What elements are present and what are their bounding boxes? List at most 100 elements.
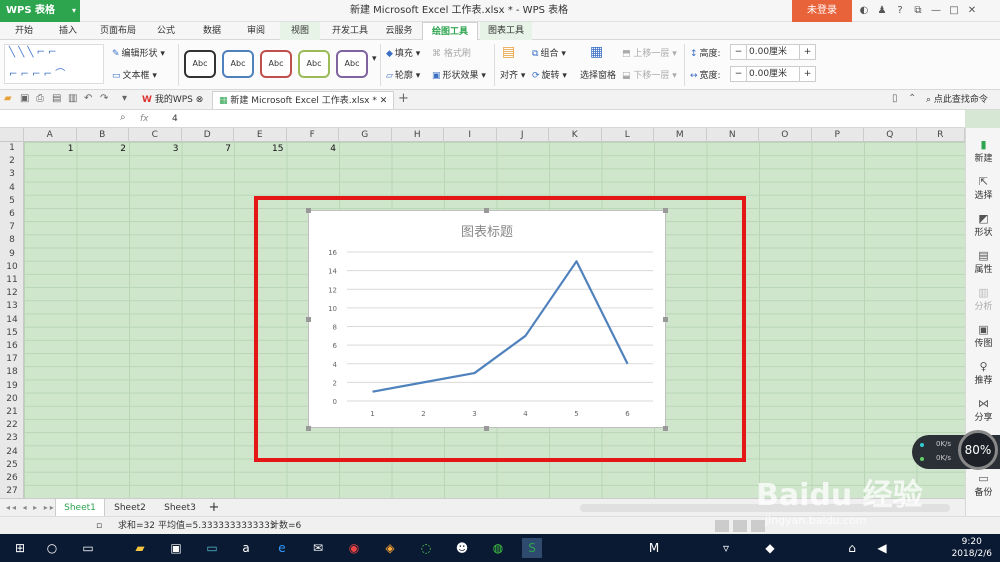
width-stepper[interactable]: − 0.00厘米 + bbox=[730, 66, 816, 82]
maximize-icon[interactable]: □ bbox=[945, 0, 963, 22]
wechat-icon[interactable]: ◌ bbox=[416, 538, 436, 558]
tray-volume-icon[interactable]: ◀ bbox=[872, 538, 892, 558]
restore-icon[interactable]: ⧉ bbox=[909, 0, 927, 22]
height-increase-button[interactable]: + bbox=[799, 45, 815, 59]
shape-style-black[interactable]: Abc bbox=[184, 50, 216, 78]
shape-style-green[interactable]: Abc bbox=[298, 50, 330, 78]
row-header[interactable]: 13 bbox=[0, 300, 24, 313]
column-header[interactable]: E bbox=[234, 128, 287, 142]
tab-home[interactable]: 开始 bbox=[6, 22, 42, 40]
shape-style-blue[interactable]: Abc bbox=[222, 50, 254, 78]
file-explorer-icon[interactable]: ▰ bbox=[130, 538, 150, 558]
tab-active-document[interactable]: ▦ 新建 Microsoft Excel 工作表.xlsx * ✕ bbox=[212, 91, 395, 109]
bring-forward-button[interactable]: ⬒ 上移一层 ▾ bbox=[622, 46, 677, 59]
width-value[interactable]: 0.00厘米 bbox=[749, 67, 787, 81]
tab-cloud[interactable]: 云服务 bbox=[380, 22, 418, 40]
formula-input[interactable]: 4 bbox=[172, 110, 178, 128]
memory-gauge[interactable]: 80% bbox=[958, 430, 998, 470]
tray-app-icon[interactable]: ◆ bbox=[760, 538, 780, 558]
customize-toolbar-icon[interactable]: ▾ bbox=[122, 93, 127, 104]
doc-menu-icon[interactable]: ▯ bbox=[892, 93, 898, 104]
close-tab-icon[interactable]: ✕ bbox=[380, 96, 388, 106]
cell-A1[interactable]: 1 bbox=[24, 142, 77, 156]
outline-button[interactable]: ▱ 轮廓 ▾ bbox=[386, 68, 420, 81]
row-header[interactable]: 21 bbox=[0, 406, 24, 419]
column-header[interactable]: F bbox=[287, 128, 339, 142]
row-header[interactable]: 14 bbox=[0, 314, 24, 327]
row-header[interactable]: 18 bbox=[0, 366, 24, 379]
row-header[interactable]: 19 bbox=[0, 380, 24, 393]
resize-handle[interactable] bbox=[306, 208, 311, 213]
tab-insert[interactable]: 插入 bbox=[50, 22, 86, 40]
save-icon[interactable]: ▣ bbox=[20, 93, 29, 104]
group-button[interactable]: ⧉ 组合 ▾ bbox=[532, 46, 566, 59]
tab-review[interactable]: 审阅 bbox=[240, 22, 272, 40]
cell-D1[interactable]: 7 bbox=[182, 142, 235, 156]
shape-style-red[interactable]: Abc bbox=[260, 50, 292, 78]
column-header[interactable]: M bbox=[654, 128, 707, 142]
zoom-icon[interactable]: ⌕ bbox=[120, 112, 126, 123]
chrome-icon[interactable]: ◍ bbox=[488, 538, 508, 558]
task-view-icon[interactable]: ▭ bbox=[78, 538, 98, 558]
cell-C1[interactable]: 3 bbox=[129, 142, 182, 156]
store-icon[interactable]: ▣ bbox=[166, 538, 186, 558]
row-header[interactable]: 26 bbox=[0, 472, 24, 485]
row-header[interactable]: 23 bbox=[0, 432, 24, 445]
row-header[interactable]: 15 bbox=[0, 327, 24, 340]
column-header[interactable]: L bbox=[602, 128, 654, 142]
column-header[interactable]: N bbox=[707, 128, 759, 142]
row-header[interactable]: 25 bbox=[0, 459, 24, 472]
print-preview-icon[interactable]: ▤ bbox=[52, 93, 61, 104]
qq-icon[interactable]: ☻ bbox=[452, 538, 472, 558]
sheet-tab-3[interactable]: Sheet3 bbox=[157, 499, 203, 517]
sheet-nav-arrows-icon[interactable]: ◂◂ ◂ ▸ ▸▸ bbox=[6, 499, 56, 517]
column-header[interactable]: I bbox=[444, 128, 497, 142]
select-all-corner[interactable] bbox=[0, 128, 24, 142]
column-header[interactable]: Q bbox=[864, 128, 917, 142]
style-gallery-scroll[interactable]: ▾ bbox=[372, 54, 377, 64]
cell-F1[interactable]: 4 bbox=[287, 142, 340, 156]
mail-icon[interactable]: ✉ bbox=[308, 538, 328, 558]
rotate-button[interactable]: ⟳ 旋转 ▾ bbox=[532, 68, 567, 81]
fx-icon[interactable]: fx bbox=[140, 110, 149, 128]
column-header[interactable]: P bbox=[812, 128, 864, 142]
shape-effect-button[interactable]: ▣ 形状效果 ▾ bbox=[432, 68, 486, 81]
shirt-icon[interactable]: ♟ bbox=[873, 0, 891, 22]
cortana-icon[interactable]: ○ bbox=[42, 538, 62, 558]
monitor-icon[interactable]: ▭ bbox=[202, 538, 222, 558]
amazon-icon[interactable]: a bbox=[236, 538, 256, 558]
tab-page-layout[interactable]: 页面布局 bbox=[94, 22, 142, 40]
connector-shape-icon[interactable]: ⌐ ⌐ ⌐ ⌐ ⌒ bbox=[9, 65, 65, 80]
ie-browser-icon[interactable]: e bbox=[272, 538, 292, 558]
column-header[interactable]: A bbox=[24, 128, 77, 142]
help-icon[interactable]: ? bbox=[891, 0, 909, 22]
row-header[interactable]: 3 bbox=[0, 168, 24, 181]
print-icon[interactable]: ⎙ bbox=[36, 93, 44, 104]
row-header[interactable]: 2 bbox=[0, 155, 24, 168]
edit-shape-button[interactable]: ✎ 编辑形状 ▾ bbox=[112, 46, 165, 59]
system-clock[interactable]: 9:20 2018/2/6 bbox=[952, 536, 992, 560]
tab-drawing-tools[interactable]: 绘图工具 bbox=[422, 22, 478, 40]
collapse-icon[interactable]: ⌃ bbox=[908, 93, 916, 104]
resize-handle[interactable] bbox=[663, 317, 668, 322]
open-folder-icon[interactable]: ▰ bbox=[4, 93, 12, 104]
height-value[interactable]: 0.00厘米 bbox=[749, 45, 787, 59]
sidebar-item-upload-image[interactable]: ▣ 传图 bbox=[966, 323, 1000, 349]
align-button[interactable]: 对齐 ▾ bbox=[500, 68, 525, 81]
column-header[interactable]: H bbox=[392, 128, 444, 142]
height-decrease-button[interactable]: − bbox=[731, 45, 747, 59]
row-header[interactable]: 5 bbox=[0, 195, 24, 208]
new-tab-icon[interactable]: + bbox=[398, 91, 409, 106]
row-header[interactable]: 16 bbox=[0, 340, 24, 353]
wps-taskbar-icon[interactable]: S bbox=[522, 538, 542, 558]
row-header[interactable]: 4 bbox=[0, 182, 24, 195]
login-button[interactable]: 未登录 bbox=[792, 0, 852, 22]
tab-my-wps[interactable]: W 我的WPS ⊗ bbox=[136, 91, 209, 109]
cell-E1[interactable]: 15 bbox=[234, 142, 287, 156]
row-header[interactable]: 8 bbox=[0, 234, 24, 247]
sidebar-item-shapes[interactable]: ◩ 形状 bbox=[966, 212, 1000, 238]
column-header[interactable]: R bbox=[917, 128, 965, 142]
cell-B1[interactable]: 2 bbox=[77, 142, 130, 156]
tray-network-icon[interactable]: ⌂ bbox=[842, 538, 862, 558]
column-header[interactable]: C bbox=[129, 128, 182, 142]
